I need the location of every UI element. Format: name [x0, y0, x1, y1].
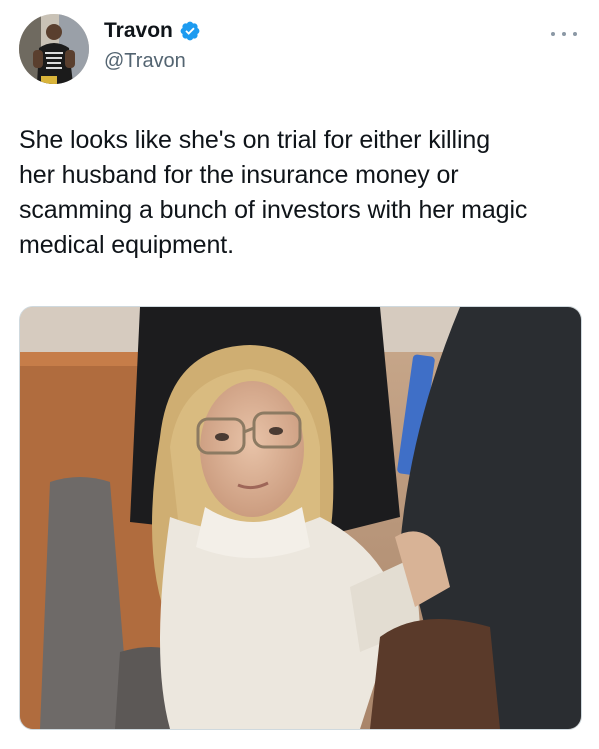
name-row: Travon [104, 18, 201, 44]
avatar-image [19, 14, 89, 84]
more-options-icon[interactable] [551, 24, 577, 44]
photo-image [20, 307, 581, 729]
handle[interactable]: @Travon [104, 49, 201, 73]
more-dot [562, 32, 566, 36]
tweet-card: Travon @Travon She looks like she's on t… [0, 0, 599, 749]
display-name[interactable]: Travon [104, 18, 173, 44]
tweet-photo[interactable] [19, 306, 582, 730]
verified-badge-icon [179, 20, 201, 42]
more-dot [551, 32, 555, 36]
more-dot [573, 32, 577, 36]
tweet-text: She looks like she's on trial for either… [19, 126, 528, 259]
author-block: Travon @Travon [104, 18, 201, 73]
avatar[interactable] [19, 14, 89, 84]
